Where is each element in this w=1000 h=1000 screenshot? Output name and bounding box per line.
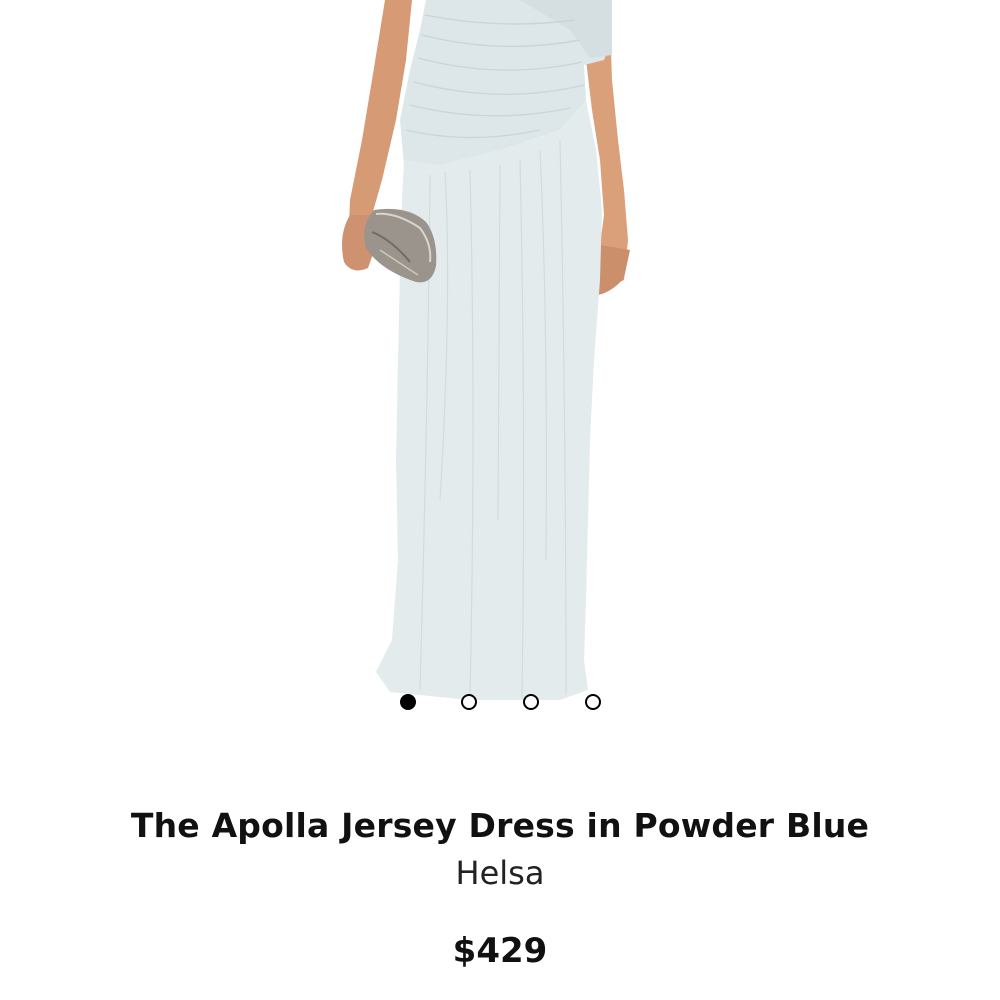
carousel-dot-2[interactable] <box>461 694 477 710</box>
carousel-dot-1[interactable] <box>400 694 416 710</box>
carousel-dot-4[interactable] <box>585 694 601 710</box>
product-brand[interactable]: Helsa <box>0 854 1000 892</box>
product-price: $429 <box>452 931 548 971</box>
product-page: The Apolla Jersey Dress in Powder Blue H… <box>0 0 1000 1000</box>
dress-photo <box>342 0 630 700</box>
carousel-indicator <box>0 694 1000 716</box>
carousel-dot-3[interactable] <box>523 694 539 710</box>
product-title: The Apolla Jersey Dress in Powder Blue <box>130 806 870 845</box>
product-image[interactable] <box>0 0 1000 720</box>
